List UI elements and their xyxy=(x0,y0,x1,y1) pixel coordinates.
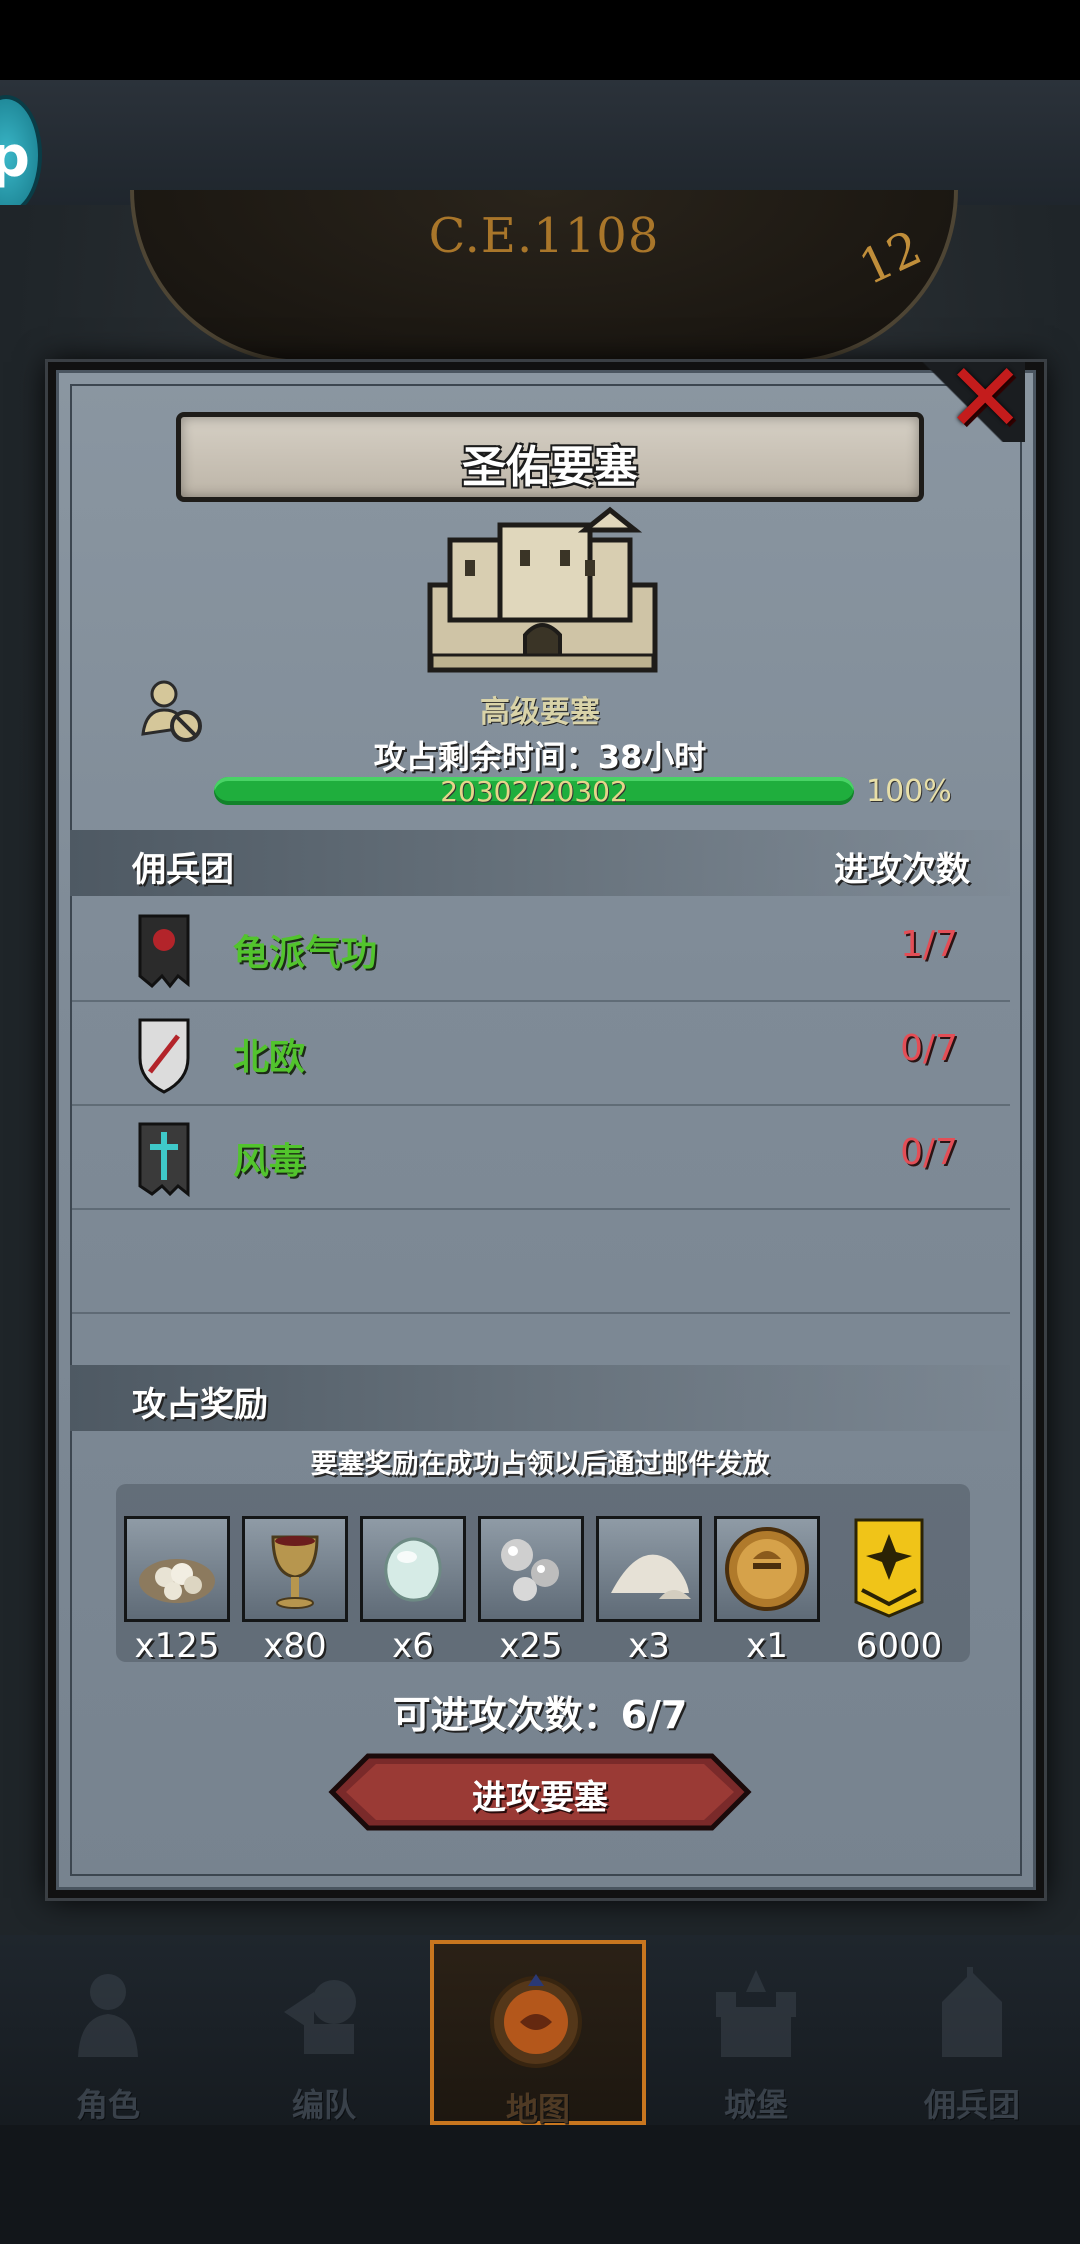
hp-percent: 100% xyxy=(866,774,952,809)
fortress-type: 高级要塞 xyxy=(480,695,600,730)
silver-orbs-icon[interactable] xyxy=(478,1516,584,1622)
reward-qty: x25 xyxy=(499,1626,563,1666)
reward-qty: x6 xyxy=(392,1626,434,1666)
top-bar xyxy=(0,80,1080,208)
merc-section-label: 佣兵团 xyxy=(132,850,234,890)
reward-qty: x80 xyxy=(263,1626,327,1666)
squad-icon xyxy=(284,1980,356,2054)
attack-count: 可进攻次数：6/7 xyxy=(392,1693,688,1737)
reward-note: 要塞奖励在成功占领以后通过邮件发放 xyxy=(310,1449,770,1480)
year-dial: C.E.1108 xyxy=(130,190,958,364)
merc-name: 北欧 xyxy=(233,1037,306,1078)
merc-attack-count: 0/7 xyxy=(900,1132,958,1173)
nav-label: 角色 xyxy=(75,2086,140,2124)
goblet-icon[interactable] xyxy=(242,1516,348,1622)
attack-button-label: 进攻要塞 xyxy=(472,1778,608,1818)
bottom-strip xyxy=(0,2125,1080,2244)
attack-fortress-button[interactable]: 进攻要塞 xyxy=(328,1752,752,1832)
map-icon xyxy=(490,1974,582,2068)
empty-merc-row xyxy=(70,1208,1010,1314)
merc-attack-count: 0/7 xyxy=(900,1028,958,1069)
merc-row[interactable]: 北欧 0/7 xyxy=(70,1000,1010,1106)
merc-name: 龟派气功 xyxy=(233,933,378,974)
nav-castle[interactable]: 城堡 xyxy=(648,1940,864,2125)
reward-section-label: 攻占奖励 xyxy=(132,1385,268,1425)
title-banner: 圣佑要塞 xyxy=(176,412,924,502)
close-icon[interactable]: ✕ xyxy=(945,350,1025,446)
year-text: C.E.1108 xyxy=(428,208,660,264)
knight-icon xyxy=(78,1974,138,2057)
merc-section-header: 佣兵团 进攻次数 xyxy=(70,830,1010,896)
attack-times-label: 进攻次数 xyxy=(834,850,970,890)
reward-qty: 6000 xyxy=(855,1626,943,1666)
castle-icon xyxy=(716,1970,796,2057)
nav-mercenary[interactable]: 佣兵团 xyxy=(864,1940,1080,2125)
merc-shield-icon xyxy=(138,1018,190,1094)
helmet-medal-icon[interactable] xyxy=(714,1516,820,1622)
merc-name: 风毒 xyxy=(233,1141,306,1182)
merc-flag-icon xyxy=(138,914,190,989)
reward-qty: x3 xyxy=(628,1626,670,1666)
nav-label: 地图 xyxy=(505,2090,570,2128)
nav-label: 编队 xyxy=(291,2086,356,2124)
nav-map[interactable]: 地图 xyxy=(430,1940,646,2128)
nav-label: 佣兵团 xyxy=(923,2086,1020,2124)
nav-label: 城堡 xyxy=(723,2086,788,2124)
reward-qty: x1 xyxy=(746,1626,788,1666)
nav-role[interactable]: 角色 xyxy=(0,1940,216,2125)
reward-qty: x125 xyxy=(134,1626,220,1666)
powder-pile-icon[interactable] xyxy=(596,1516,702,1622)
hp-text: 20302/20302 xyxy=(440,775,628,808)
merc-attack-count: 1/7 xyxy=(900,924,958,965)
reward-section-header: 攻占奖励 xyxy=(70,1365,1010,1431)
rank-badge-icon[interactable] xyxy=(852,1516,926,1622)
merc-banner-icon xyxy=(138,1122,190,1198)
gem-icon[interactable] xyxy=(360,1516,466,1622)
time-left: 攻占剩余时间：38小时 xyxy=(373,738,707,776)
modal-title: 圣佑要塞 xyxy=(462,442,638,493)
stone-pile-icon[interactable] xyxy=(124,1516,230,1622)
merc-row[interactable]: 龟派气功 1/7 xyxy=(70,896,1010,1002)
status-bar xyxy=(0,0,1080,80)
merc-row[interactable]: 风毒 0/7 xyxy=(70,1104,1010,1210)
mercenary-icon xyxy=(942,1967,1002,2057)
nav-squad[interactable]: 编队 xyxy=(216,1940,432,2125)
fortress-castle-icon xyxy=(427,506,658,673)
